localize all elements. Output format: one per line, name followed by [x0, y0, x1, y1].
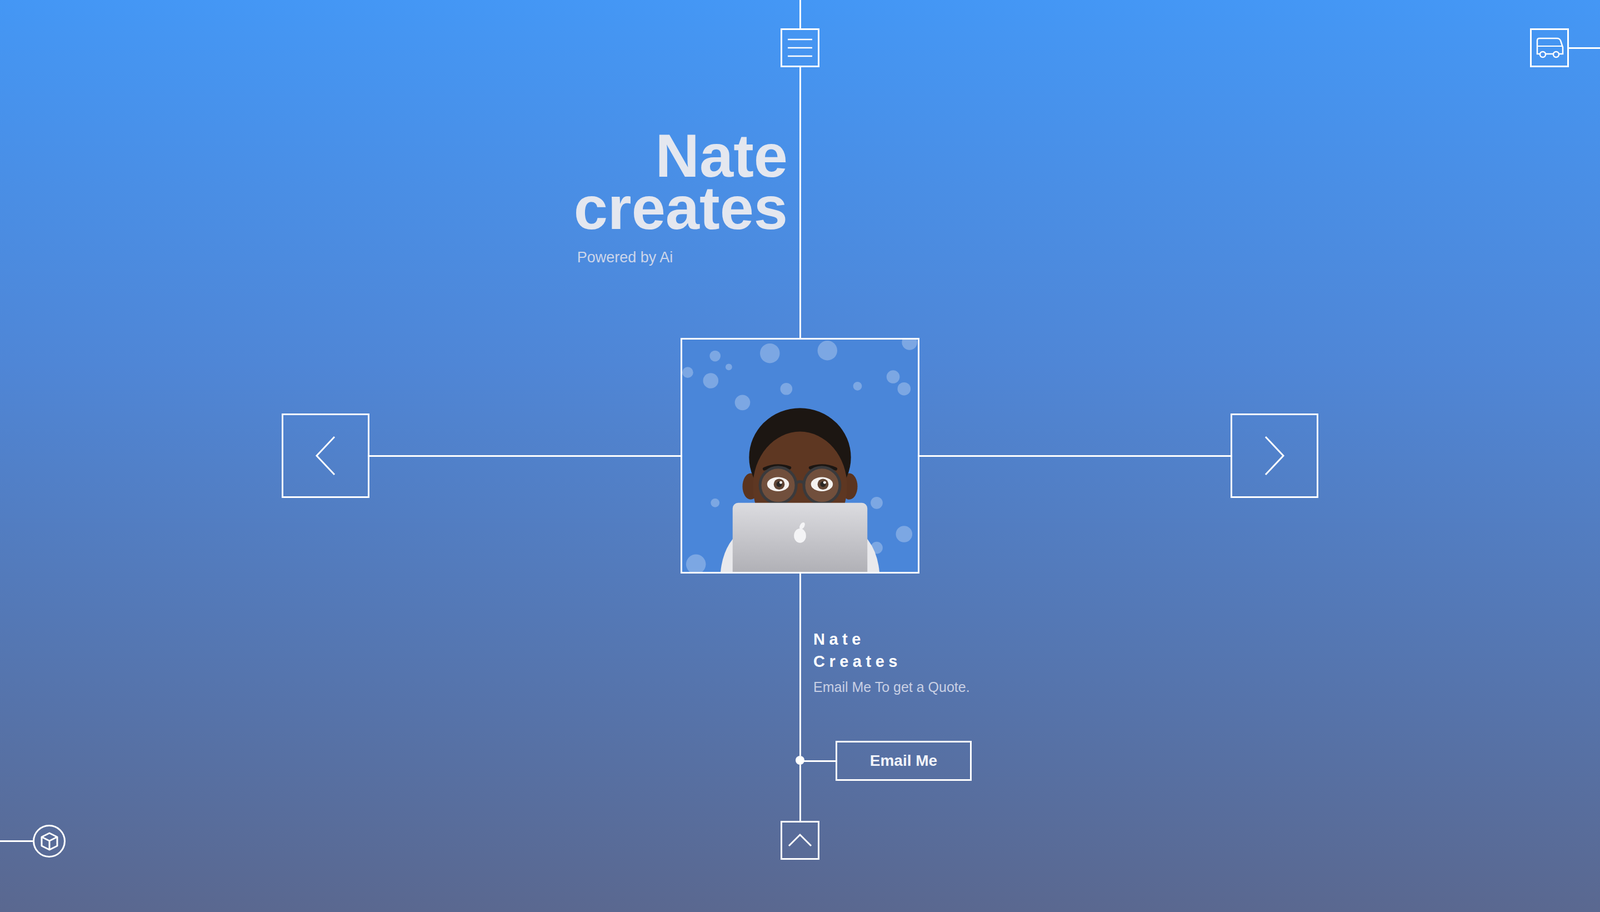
scroll-up-button[interactable] — [780, 820, 820, 860]
chevron-left-icon — [314, 434, 337, 477]
van-group — [1530, 28, 1600, 68]
profile-photo — [680, 337, 920, 574]
brand-title-line: creates — [573, 181, 788, 234]
info-section: NateCreates Email Me To get a Quote. Email… — [0, 573, 1600, 912]
carousel-section — [0, 337, 1600, 574]
profile-name-line: Nate — [813, 627, 902, 650]
connector-line — [0, 840, 33, 842]
brand-tagline: Powered by Ai — [573, 247, 674, 267]
van-button[interactable] — [1530, 28, 1569, 68]
email-row: Email Me — [800, 740, 972, 781]
top-right-area — [819, 0, 1600, 338]
cube-icon — [40, 831, 59, 851]
prev-area — [0, 413, 681, 498]
spine-line — [799, 0, 802, 29]
landing-page: NatecreatesPowered by AiNateCreatesEmail… — [0, 0, 1600, 912]
prev-button[interactable] — [281, 413, 370, 498]
spine-bottom — [780, 573, 820, 912]
spine-line — [799, 573, 802, 756]
brand-block: Natecreates Powered by Ai — [573, 129, 788, 267]
cube-button[interactable] — [32, 824, 66, 858]
spine-top — [780, 0, 820, 338]
spine-line — [799, 67, 802, 338]
bottom-left-area — [0, 573, 781, 912]
profile-name-line: Creates — [813, 650, 902, 673]
brand-title: Natecreates — [573, 129, 788, 234]
cube-group — [0, 824, 66, 858]
spine-line — [799, 764, 802, 821]
avatar-illustration — [682, 339, 918, 572]
next-button[interactable] — [1230, 413, 1319, 498]
menu-button[interactable] — [780, 28, 820, 68]
connector-line — [919, 455, 1231, 457]
menu-icon — [787, 37, 813, 58]
brand-title-line: Nate — [573, 129, 788, 182]
connector-line — [369, 455, 681, 457]
chevron-up-icon — [787, 833, 813, 847]
title-area: Natecreates Powered by Ai — [0, 0, 788, 338]
profile-name: NateCreates — [813, 627, 902, 673]
van-icon — [1535, 37, 1564, 59]
email-button[interactable]: Email Me — [835, 740, 972, 781]
connector-line — [1568, 47, 1600, 49]
header-section: Natecreates Powered by Ai — [0, 0, 1600, 338]
chevron-right-icon — [1263, 434, 1286, 477]
profile-info: NateCreates Email Me To get a Quote. Email… — [813, 573, 1600, 912]
next-area — [919, 413, 1600, 498]
profile-description: Email Me To get a Quote. — [813, 676, 970, 698]
connector-line — [800, 760, 836, 762]
